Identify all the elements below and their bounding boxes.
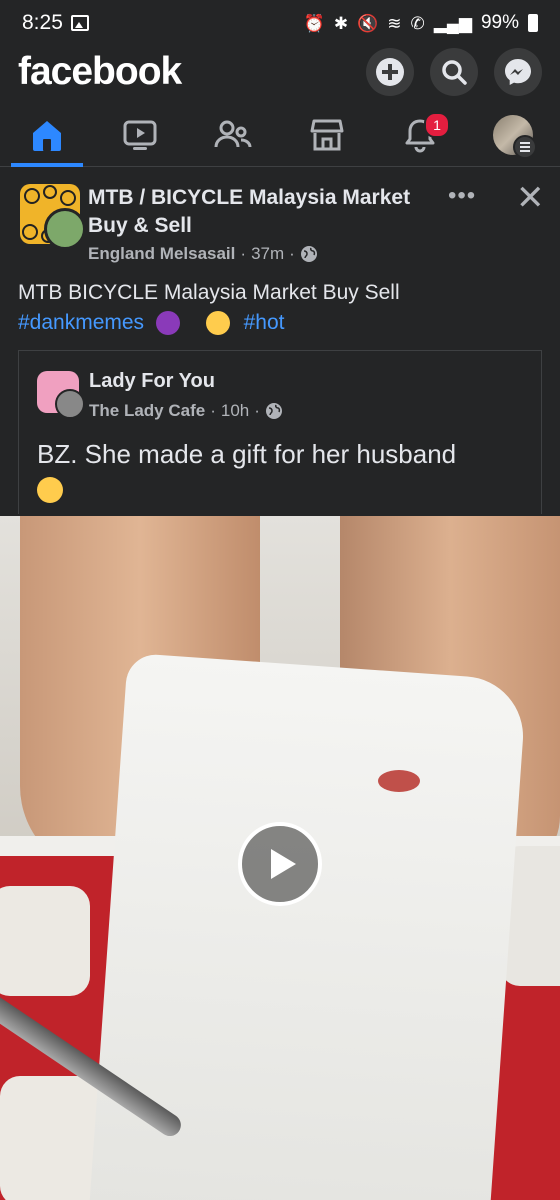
- facebook-logo[interactable]: facebook: [18, 50, 182, 94]
- battery-icon: [528, 14, 538, 32]
- tab-menu[interactable]: [473, 104, 553, 166]
- more-options-icon[interactable]: •••: [448, 182, 476, 210]
- post-hashtags: #dankmemes #hot: [18, 308, 542, 338]
- meta-separator: ·: [289, 244, 295, 263]
- flushed-emoji-icon: [205, 311, 230, 336]
- search-button[interactable]: [430, 48, 478, 96]
- plus-icon: [376, 58, 404, 86]
- group-name[interactable]: MTB / BICYCLE Malaysia Market Buy & Sell: [88, 184, 438, 240]
- video-scene-foam-piece: [0, 886, 90, 996]
- video-scene-stain: [378, 770, 420, 792]
- post-meta: England Melsasail · 37m ·: [88, 244, 318, 264]
- tab-home[interactable]: [7, 104, 87, 167]
- tab-marketplace[interactable]: [287, 104, 367, 166]
- winking-tongue-emoji-icon: [37, 477, 63, 504]
- wifi-call-icon: ✆: [410, 13, 425, 33]
- signal-icon: ▂▄▆: [433, 13, 472, 33]
- bluetooth-icon: ✱: [333, 13, 349, 33]
- meta-separator: ·: [240, 244, 247, 263]
- hashtag-link[interactable]: #dankmemes: [18, 311, 144, 334]
- shared-author-avatar[interactable]: [55, 389, 85, 419]
- mute-icon: 🔇: [357, 13, 379, 33]
- menu-icon: [513, 135, 538, 159]
- close-icon[interactable]: ✕: [516, 178, 545, 218]
- create-button[interactable]: [366, 48, 414, 96]
- search-icon: [442, 60, 467, 85]
- marketplace-icon: [310, 119, 344, 151]
- messenger-icon: [505, 59, 531, 85]
- clock: 8:25: [22, 11, 63, 34]
- post-header: MTB / BICYCLE Malaysia Market Buy & Sell…: [0, 168, 560, 278]
- globe-icon: [265, 403, 282, 419]
- friends-icon: [214, 120, 252, 148]
- post-text: MTB BICYCLE Malaysia Market Buy Sell #da…: [0, 278, 560, 338]
- post-time[interactable]: 37m: [251, 244, 284, 264]
- play-button-icon[interactable]: [238, 822, 322, 906]
- shared-body: BZ. She made a gift for her husband: [37, 439, 457, 469]
- battery-level: 99%: [480, 12, 519, 33]
- hashtag-link[interactable]: #hot: [244, 311, 285, 334]
- post-author[interactable]: England Melsasail: [88, 244, 235, 264]
- home-icon: [32, 121, 61, 151]
- video-icon: [123, 120, 157, 150]
- shared-author[interactable]: The Lady Cafe: [89, 401, 205, 421]
- shared-text: BZ. She made a gift for her husband: [37, 437, 527, 505]
- alarm-icon: ⏰: [303, 13, 325, 33]
- feed-post: MTB / BICYCLE Malaysia Market Buy & Sell…: [0, 168, 560, 514]
- tab-notifications[interactable]: 1: [380, 104, 460, 166]
- author-avatar[interactable]: [44, 208, 86, 250]
- post-body: MTB BICYCLE Malaysia Market Buy Sell: [18, 281, 400, 304]
- video-player[interactable]: [0, 516, 560, 1200]
- meta-separator: ·: [210, 401, 216, 420]
- image-notification-icon: [70, 15, 89, 31]
- main-nav: 1: [0, 104, 560, 167]
- devil-emoji-icon: [155, 311, 180, 336]
- shared-post[interactable]: Lady For You The Lady Cafe · 10h · BZ. S…: [18, 350, 542, 514]
- tab-watch[interactable]: [100, 104, 180, 166]
- shared-page-name[interactable]: Lady For You: [89, 370, 215, 393]
- status-bar: 8:25 ⏰ ✱ 🔇 ≋ ✆ ▂▄▆ 99%: [0, 0, 560, 46]
- messenger-button[interactable]: [494, 48, 542, 96]
- profile-avatar: [493, 115, 538, 159]
- app-header: facebook: [0, 46, 560, 98]
- tab-friends[interactable]: [193, 104, 273, 166]
- notification-badge: 1: [423, 112, 450, 138]
- wifi-icon: ≋: [387, 13, 402, 33]
- shared-time[interactable]: 10h: [221, 401, 249, 421]
- shared-meta: The Lady Cafe · 10h ·: [89, 401, 283, 421]
- globe-icon: [300, 246, 317, 262]
- meta-separator: ·: [254, 401, 260, 420]
